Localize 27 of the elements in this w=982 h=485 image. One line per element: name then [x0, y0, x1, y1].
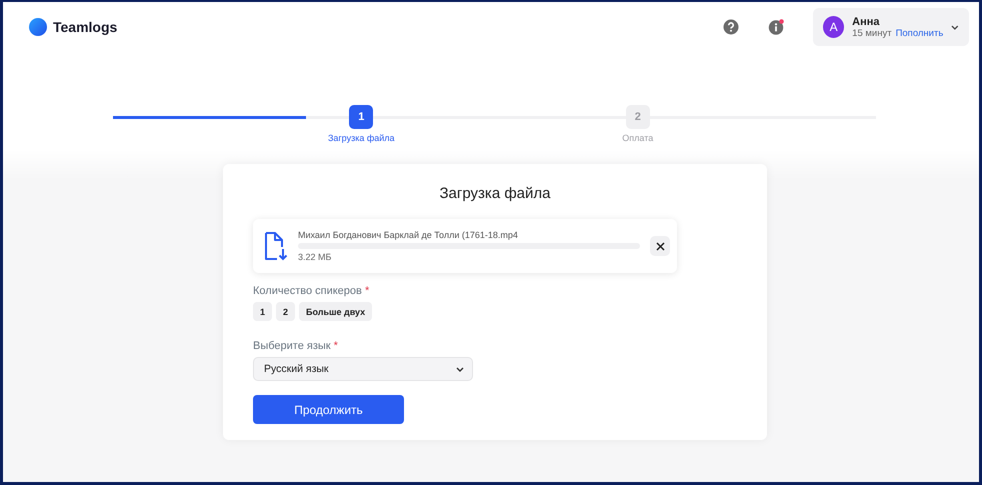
- logo-text: Teamlogs: [53, 19, 118, 35]
- info-icon[interactable]: [768, 19, 784, 35]
- continue-button[interactable]: Продолжить: [253, 395, 404, 424]
- step-label: Оплата: [622, 133, 654, 143]
- avatar: А: [823, 16, 844, 38]
- help-icon[interactable]: [723, 19, 739, 35]
- balance-text: 15 минут Пополнить: [852, 28, 944, 38]
- language-select[interactable]: Русский язык: [253, 357, 473, 381]
- speaker-option[interactable]: 1: [253, 302, 272, 321]
- speaker-option[interactable]: 2: [276, 302, 296, 321]
- step-label: Загрузка файла: [328, 133, 395, 143]
- file-name: Михаил Богданович Барклай де Толли (1761-18.mp4: [298, 230, 519, 240]
- close-button[interactable]: [650, 236, 670, 256]
- step-number[interactable]: 1: [349, 105, 374, 129]
- form-title: Загрузка файла: [438, 185, 552, 202]
- file-download-icon: [264, 231, 288, 261]
- speakers-label: Количество спикеров *: [253, 285, 370, 297]
- user-menu[interactable]: А Анна 15 минут Пополнить: [813, 8, 969, 46]
- close-icon: [656, 242, 664, 250]
- chevron-down-icon: [456, 366, 464, 372]
- user-name: Анна: [852, 16, 881, 28]
- language-label: Выберите язык *: [253, 340, 339, 352]
- topup-link[interactable]: Пополнить: [896, 28, 944, 38]
- speaker-option[interactable]: Больше двух: [299, 302, 372, 321]
- chevron-down-icon: [951, 24, 959, 30]
- logo-icon: [29, 18, 47, 36]
- file-size: 3.22 МБ: [298, 252, 332, 262]
